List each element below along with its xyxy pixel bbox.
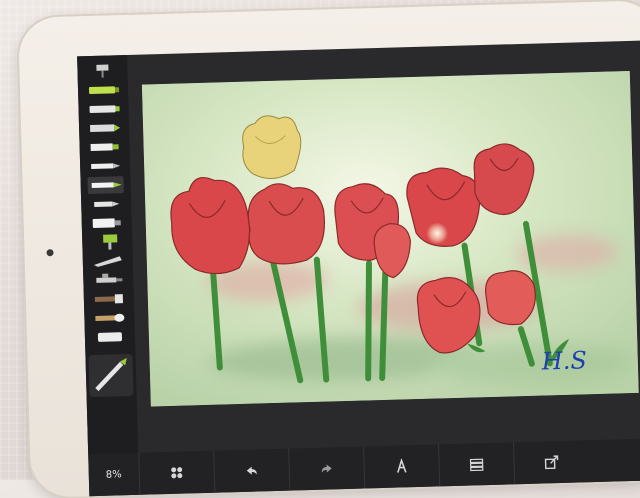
paint-roller-icon[interactable] — [84, 62, 120, 80]
marker-green-icon[interactable] — [85, 81, 121, 99]
signature: H.S — [540, 346, 587, 375]
bottom-toolbar: 8% — [88, 437, 640, 497]
palette-knife-icon[interactable] — [90, 252, 126, 270]
drawing-canvas[interactable]: H.S — [141, 70, 639, 407]
settings-icon[interactable] — [138, 450, 215, 495]
brush-flat-icon[interactable] — [91, 290, 127, 308]
zoom-level[interactable]: 8% — [89, 468, 139, 480]
undo-icon[interactable] — [213, 448, 290, 493]
eraser-icon[interactable] — [92, 328, 128, 346]
yellow-tulip — [242, 115, 302, 179]
redo-icon[interactable] — [288, 446, 365, 491]
pencil-short-icon[interactable] — [88, 195, 124, 213]
pencil-icon[interactable] — [87, 176, 124, 195]
pen-icon[interactable] — [87, 157, 123, 175]
brush-toolbar — [77, 54, 139, 455]
paint-tube-icon[interactable] — [89, 214, 125, 232]
crayon-icon[interactable] — [86, 119, 122, 137]
app-screen: H.S 8% — [77, 40, 640, 497]
marker-icon[interactable] — [85, 100, 121, 118]
painting: H.S — [141, 70, 639, 407]
brush-large-icon[interactable] — [88, 353, 134, 398]
export-icon[interactable] — [513, 440, 590, 485]
brush-round-icon[interactable] — [91, 309, 127, 327]
symmetry-icon[interactable] — [363, 444, 440, 489]
airbrush-icon[interactable] — [90, 271, 126, 289]
roller-icon[interactable] — [89, 233, 125, 251]
tablet-device: H.S 8% — [18, 0, 640, 498]
felt-pen-icon[interactable] — [86, 138, 122, 156]
front-camera — [46, 249, 54, 257]
